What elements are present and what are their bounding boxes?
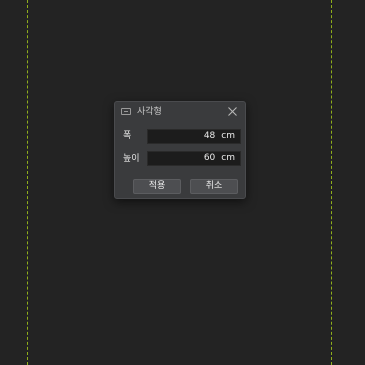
width-unit: cm — [221, 131, 235, 141]
rectangle-dialog: 사각형 폭 48 cm 높이 60 cm 적용 취소 — [114, 101, 246, 199]
dialog-titlebar[interactable]: 사각형 — [115, 102, 245, 122]
height-value: 60 — [203, 153, 216, 163]
height-unit: cm — [221, 153, 235, 163]
close-icon[interactable] — [227, 106, 238, 117]
rectangle-icon — [121, 108, 131, 115]
dialog-title: 사각형 — [137, 107, 162, 117]
width-field[interactable]: 48 cm — [147, 129, 241, 144]
width-value: 48 — [203, 131, 216, 141]
guide-line-right — [331, 0, 332, 365]
apply-button[interactable]: 적용 — [133, 179, 181, 194]
height-label: 높이 — [123, 154, 140, 164]
cancel-button[interactable]: 취소 — [190, 179, 238, 194]
width-label: 폭 — [123, 131, 132, 141]
canvas: 사각형 폭 48 cm 높이 60 cm 적용 취소 — [0, 0, 365, 365]
guide-line-left — [27, 0, 28, 365]
height-field[interactable]: 60 cm — [147, 151, 241, 166]
